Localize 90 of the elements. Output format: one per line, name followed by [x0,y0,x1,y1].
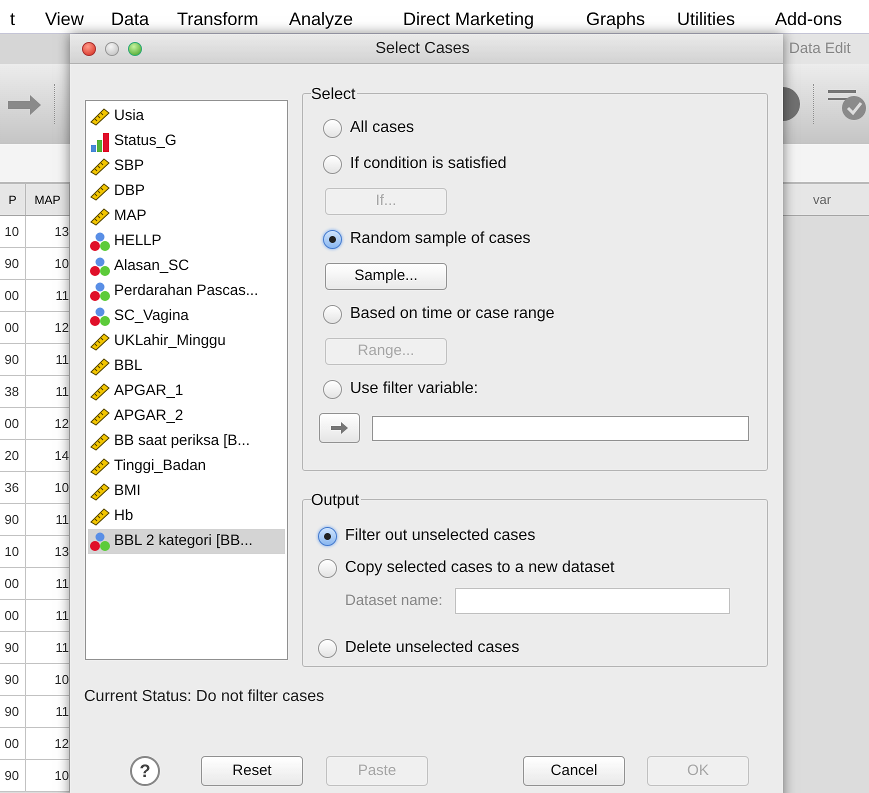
variable-item[interactable]: APGAR_2 [88,404,285,429]
ruler-icon [90,332,110,350]
column-header-label: var [813,190,832,209]
radio-button[interactable]: Filter out unselected cases [318,524,767,548]
dataset-name-field[interactable] [454,588,730,614]
ruler-icon [90,108,110,126]
minimize-button[interactable] [105,42,119,56]
menu-item[interactable]: Direct Marketing [403,6,534,33]
window-title-bar [0,34,70,64]
variable-item[interactable]: UKLahir_Minggu [88,329,285,354]
help-button[interactable]: ? [130,756,160,786]
table-cell: 90 [0,760,26,791]
table-cell: 00 [0,280,26,311]
dialog-title: Select Cases [375,38,470,58]
menu-item[interactable]: Analyze [289,6,354,33]
table-cell: 20 [0,440,26,471]
table-cell: 10 [0,536,26,567]
ruler-icon [90,482,110,500]
variable-item[interactable]: Tinggi_Badan [88,454,285,479]
radio-button[interactable]: If condition is satisfied [323,152,767,176]
three-balls-icon [90,532,110,552]
three-balls-icon [90,256,110,276]
three-balls-icon [90,282,110,302]
ruler-icon [90,408,110,426]
table-cell: 90 [0,664,26,695]
radio-button[interactable]: Delete unselected cases [318,636,767,660]
radio-button[interactable]: Based on time or case range [323,302,767,326]
table-cell: 90 [0,248,26,279]
variable-list[interactable]: Usia Status_G SBP DBP MAP HELLP Alasan_SC Perdarahan Pascas... SC_Vagina UKLahir_Minggu BBL APGAR_1 APGAR_2 BB saat periksa [B... Tinggi_Badan BMI Hb BBL 2 kategori [BB... [85,100,288,660]
variable-item[interactable]: DBP [88,179,285,204]
ruler-icon [90,358,110,376]
ruler-icon [90,432,110,450]
radio-button[interactable]: Copy selected cases to a new dataset [318,556,767,580]
table-cell: 90 [0,696,26,727]
button[interactable]: Cancel [523,756,625,786]
ruler-icon [90,182,110,200]
window-title: Data Edit [789,38,851,59]
ruler-icon [90,508,110,526]
variable-item[interactable]: APGAR_1 [88,379,285,404]
variable-item[interactable]: Perdarahan Pascas... [88,279,285,304]
filter-variable-field[interactable] [372,416,749,440]
table-cell: 90 [0,504,26,535]
menu-item[interactable]: View [45,6,84,33]
ruler-icon [90,158,110,176]
variable-item[interactable]: BMI [88,479,285,504]
status-text: Current Status: Do not filter cases [84,688,324,705]
variable-item[interactable]: BBL [88,354,285,379]
arrow-icon [330,422,348,434]
radio-button[interactable]: Use filter variable: [323,377,767,401]
table-cell: 00 [0,312,26,343]
menu-item[interactable]: Graphs [586,6,646,33]
variable-item[interactable]: SBP [88,154,285,179]
table-cell: 10 [0,216,26,247]
table-cell: 00 [0,408,26,439]
button[interactable]: Sample... [325,263,447,290]
button[interactable]: Reset [201,756,303,786]
menu-item[interactable]: Transform [177,6,258,33]
variable-item[interactable]: MAP [88,204,285,229]
table-cell: 38 [0,376,26,407]
variable-item[interactable]: Status_G [88,129,285,154]
three-balls-icon [90,306,110,326]
variable-item[interactable]: Hb [88,504,285,529]
table-cell: 00 [0,728,26,759]
zoom-button[interactable] [128,42,142,56]
menu-item[interactable]: Utilities [677,6,736,33]
close-button[interactable] [82,42,96,56]
ruler-icon [90,382,110,400]
menu-item[interactable]: t [10,6,16,33]
variable-item[interactable]: Usia [88,104,285,129]
menu-item[interactable]: Add-ons [775,6,842,33]
variable-item[interactable]: Alasan_SC [88,254,285,279]
table-cell: 90 [0,632,26,663]
table-cell: 00 [0,568,26,599]
radio-button[interactable]: Random sample of cases [323,227,767,251]
bar-chart-icon [90,132,110,152]
radio-button[interactable]: All cases [323,116,767,140]
menu-item[interactable]: Data [111,6,150,33]
three-balls-icon [90,232,110,252]
ruler-icon [90,458,110,476]
table-cell: 00 [0,600,26,631]
variable-item[interactable]: SC_Vagina [88,304,285,329]
variable-item[interactable]: BBL 2 kategori [BB... [88,529,285,554]
column-header: P [0,184,26,215]
move-arrow-button[interactable] [319,413,360,443]
variable-item[interactable]: BB saat periksa [B... [88,429,285,454]
variable-item[interactable]: HELLP [88,229,285,254]
table-cell: 36 [0,472,26,503]
ruler-icon [90,208,110,226]
table-cell: 90 [0,344,26,375]
field-label: Dataset name: [345,590,443,611]
